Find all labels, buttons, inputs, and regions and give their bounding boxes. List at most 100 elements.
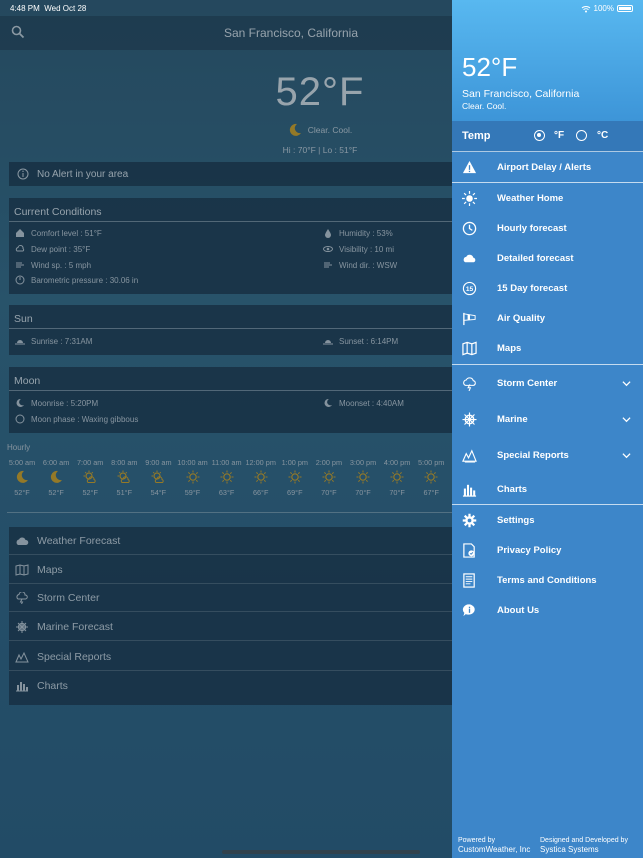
chevron-down-icon[interactable] bbox=[622, 379, 631, 388]
bar-chart-icon bbox=[16, 682, 28, 692]
menu-terms[interactable]: Terms and Conditions bbox=[452, 565, 643, 595]
special-reports-icon bbox=[462, 448, 477, 463]
moonrise-icon bbox=[16, 398, 24, 407]
menu-hourly-forecast[interactable]: Hourly forecast bbox=[452, 213, 643, 243]
menu-weather-home[interactable]: Weather Home bbox=[452, 183, 643, 213]
current-condition: Clear. Cool. bbox=[307, 125, 353, 135]
side-drawer: 52°F San Francisco, California Clear. Co… bbox=[452, 0, 643, 858]
dew-point: Dew point : 35°F bbox=[31, 244, 91, 254]
windsock-icon bbox=[463, 312, 476, 325]
eye-icon bbox=[323, 246, 333, 252]
wifi-icon bbox=[581, 5, 590, 12]
link-special-reports[interactable]: Special Reports bbox=[9, 643, 452, 671]
card-title: Moon bbox=[14, 375, 41, 387]
hourly-item[interactable]: 5:00 am 52°F bbox=[5, 458, 39, 497]
hourly-item[interactable]: 3:00 pm 70°F bbox=[346, 458, 380, 497]
menu-special-reports[interactable]: Special Reports bbox=[452, 438, 643, 472]
hourly-item[interactable]: 6:00 am 52°F bbox=[39, 458, 73, 497]
menu-maps[interactable]: Maps bbox=[452, 333, 643, 363]
hour-temp: 52°F bbox=[48, 488, 64, 497]
hourly-item[interactable]: 4:00 pm 70°F bbox=[380, 458, 414, 497]
hour-temp: 70°F bbox=[321, 488, 337, 497]
menu-charts[interactable]: Charts bbox=[452, 474, 643, 504]
hourly-item[interactable]: 10:00 am 59°F bbox=[176, 458, 210, 497]
menu-airport-delay[interactable]: Airport Delay / Alerts bbox=[452, 152, 643, 182]
menu-about-us[interactable]: About Us bbox=[452, 595, 643, 625]
moonset-icon bbox=[324, 398, 332, 407]
alert-banner[interactable]: No Alert in your area bbox=[9, 162, 452, 186]
hourly-item[interactable]: 12:00 pm 66°F bbox=[244, 458, 278, 497]
link-marine-forecast[interactable]: Marine Forecast bbox=[9, 613, 452, 641]
hour-time: 1:00 pm bbox=[281, 458, 308, 467]
hourly-item[interactable]: 8:00 am 51°F bbox=[107, 458, 141, 497]
battery-icon bbox=[617, 5, 633, 12]
hour-time: 5:00 pm bbox=[418, 458, 445, 467]
hour-temp: 70°F bbox=[389, 488, 405, 497]
link-charts[interactable]: Charts bbox=[9, 672, 452, 700]
drawer-header: 52°F San Francisco, California Clear. Co… bbox=[452, 0, 643, 121]
hour-time: 12:00 pm bbox=[245, 458, 276, 467]
sun-card: Sun Sunrise : 7:31AM Sunset : 6:14PM bbox=[9, 305, 452, 355]
sun-cloud-icon bbox=[151, 470, 165, 483]
hourly-strip[interactable]: 5:00 am 52°F 6:00 am 52°F 7:00 am 52°F 8:00 am… bbox=[7, 458, 452, 508]
sun-icon bbox=[390, 470, 404, 484]
hour-time: 3:00 pm bbox=[349, 458, 377, 467]
current-weather: 52°F Clear. Cool. Hi : 70°F | Lo : 51°F bbox=[200, 70, 440, 155]
sun-icon bbox=[186, 470, 199, 484]
droplet-icon bbox=[325, 229, 331, 238]
hourly-item[interactable]: 11:00 am 63°F bbox=[210, 458, 244, 497]
hour-time: 6:00 am bbox=[42, 458, 70, 467]
hourly-item[interactable]: 5:00 pm 67°F bbox=[414, 458, 448, 497]
hour-temp: 66°F bbox=[252, 488, 269, 497]
hi-lo: Hi : 70°F | Lo : 51°F bbox=[282, 145, 358, 155]
hour-time: 10:00 am bbox=[177, 458, 208, 467]
menu-settings[interactable]: Settings bbox=[452, 505, 643, 535]
hourly-label: Hourly bbox=[7, 443, 31, 452]
link-weather-forecast[interactable]: Weather Forecast bbox=[9, 527, 452, 555]
chevron-down-icon[interactable] bbox=[622, 415, 631, 424]
sun-icon bbox=[356, 470, 370, 484]
wind-speed: Wind sp. : 5 mph bbox=[31, 260, 92, 270]
warning-icon bbox=[462, 160, 477, 173]
temp-label: Temp bbox=[462, 130, 491, 142]
link-maps[interactable]: Maps bbox=[9, 556, 452, 584]
hourly-item[interactable]: 9:00 am 54°F bbox=[141, 458, 175, 497]
chevron-down-icon[interactable] bbox=[622, 451, 631, 460]
clock-icon bbox=[462, 221, 477, 235]
hourly-item[interactable]: 7:00 am 52°F bbox=[73, 458, 107, 497]
hour-temp: 69°F bbox=[287, 488, 303, 497]
hour-time: 2:00 pm bbox=[315, 458, 343, 467]
home-icon bbox=[16, 229, 24, 237]
sun-icon bbox=[322, 470, 336, 484]
hour-temp: 59°F bbox=[184, 488, 201, 497]
wind-direction: Wind dir. : WSW bbox=[339, 260, 398, 270]
moon-icon bbox=[50, 470, 63, 483]
hourly-item[interactable]: 2:00 pm 70°F bbox=[312, 458, 346, 497]
home-indicator[interactable] bbox=[222, 850, 420, 854]
wind-icon bbox=[16, 262, 24, 268]
radio-celsius[interactable] bbox=[576, 130, 587, 141]
hour-time: 9:00 am bbox=[145, 458, 172, 467]
ship-wheel-icon bbox=[462, 411, 477, 427]
menu-marine[interactable]: Marine bbox=[452, 402, 643, 436]
temp-unit-selector: Temp °F °C bbox=[452, 121, 643, 152]
menu-air-quality[interactable]: Air Quality bbox=[452, 303, 643, 333]
current-conditions-card: Current Conditions Comfort level : 51°F … bbox=[9, 198, 452, 294]
document-icon bbox=[463, 572, 475, 588]
drawer-temp: 52°F bbox=[462, 52, 518, 82]
menu-storm-center[interactable]: Storm Center bbox=[452, 366, 643, 400]
visibility: Visibility : 10 mi bbox=[339, 244, 394, 254]
city-title: San Francisco, California bbox=[223, 26, 359, 40]
humidity: Humidity : 53% bbox=[339, 228, 393, 238]
svg-text:15: 15 bbox=[466, 285, 474, 292]
menu-15-day-forecast[interactable]: 15 15 Day forecast bbox=[452, 273, 643, 303]
cloud-icon bbox=[463, 254, 476, 262]
menu-privacy-policy[interactable]: Privacy Policy bbox=[452, 535, 643, 565]
menu-detailed-forecast[interactable]: Detailed forecast bbox=[452, 243, 643, 273]
wind-direction-icon bbox=[324, 262, 332, 268]
hourly-item[interactable]: 1:00 pm 69°F bbox=[278, 458, 312, 497]
sunrise-time: Sunrise : 7:31AM bbox=[31, 336, 93, 346]
link-storm-center[interactable]: Storm Center bbox=[9, 584, 452, 612]
radio-fahrenheit[interactable] bbox=[534, 130, 545, 141]
hour-time: 11:00 am bbox=[211, 458, 242, 467]
